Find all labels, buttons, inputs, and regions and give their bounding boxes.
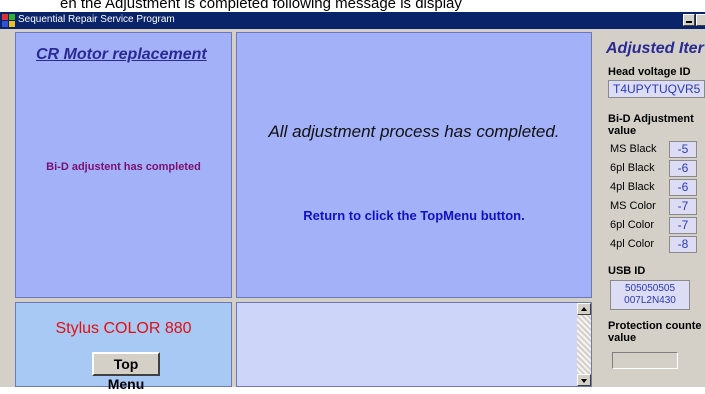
window-title: Sequential Repair Service Program [18, 14, 175, 25]
app-icon [2, 14, 15, 27]
bid-row-value: -7 [669, 217, 697, 234]
bid-adjustment-label-2: value [608, 125, 637, 137]
log-text-area[interactable] [236, 302, 592, 387]
scroll-down-button[interactable] [577, 374, 591, 386]
arrow-up-icon [581, 307, 587, 311]
usb-id-line-1: 505050505 [624, 283, 676, 294]
adjusted-items-panel: Adjusted Iter Head voltage ID T4UPYTUQVR… [596, 32, 705, 387]
protection-counter-label: Protection counte [608, 320, 702, 332]
scroll-up-button[interactable] [577, 303, 591, 315]
bid-row-label: 6pl Color [610, 219, 655, 231]
cr-motor-panel: CR Motor replacement Bi-D adjustent has … [15, 32, 232, 298]
minimize-icon [686, 21, 692, 23]
caption: en the Adjustment is completed following… [0, 0, 705, 12]
model-panel: Stylus COLOR 880 Top Menu [15, 302, 232, 392]
panel-title: Adjusted Iter [606, 40, 704, 57]
usb-id-value: 505050505 007L2N430 [610, 280, 690, 310]
bid-row-value: -5 [669, 141, 697, 158]
return-instruction: Return to click the TopMenu button. [303, 208, 525, 223]
bid-row-label: MS Color [610, 200, 656, 212]
bid-row-label: 4pl Black [610, 181, 655, 193]
bid-row-value: -8 [669, 236, 697, 253]
scroll-track[interactable] [577, 315, 591, 374]
head-voltage-value: T4UPYTUQVR5 [608, 80, 705, 98]
bid-row-label: MS Black [610, 143, 657, 155]
head-voltage-label: Head voltage ID [608, 66, 691, 78]
bid-row-value: -7 [669, 198, 697, 215]
left-frame-bar [0, 29, 15, 387]
bid-row-label: 6pl Black [610, 162, 655, 174]
completion-message: All adjustment process has completed. [268, 122, 560, 141]
panel-title: CR Motor replacement [36, 46, 207, 63]
top-menu-button[interactable]: Top Menu [92, 352, 160, 392]
usb-id-line-2: 007L2N430 [624, 295, 676, 306]
bid-adjustment-label: Bi-D Adjustment [608, 113, 694, 125]
minimize-button[interactable] [683, 14, 695, 26]
model-name: Stylus COLOR 880 [55, 320, 192, 337]
bid-status-message: Bi-D adjustent has completed [46, 161, 201, 173]
main-message-panel: All adjustment process has completed. Re… [236, 32, 592, 298]
caption-text: en the Adjustment is completed following… [60, 0, 462, 12]
usb-id-label: USB ID [608, 265, 646, 277]
protection-counter-value [612, 352, 678, 369]
vertical-scrollbar[interactable] [577, 303, 591, 386]
protection-counter-label-2: value [608, 332, 637, 344]
bid-row-value: -6 [669, 160, 697, 177]
bid-row-value: -6 [669, 179, 697, 196]
arrow-down-icon [581, 379, 587, 383]
bid-row-label: 4pl Color [610, 238, 655, 250]
maximize-button[interactable] [696, 14, 705, 26]
window-titlebar[interactable]: Sequential Repair Service Program [0, 12, 705, 29]
